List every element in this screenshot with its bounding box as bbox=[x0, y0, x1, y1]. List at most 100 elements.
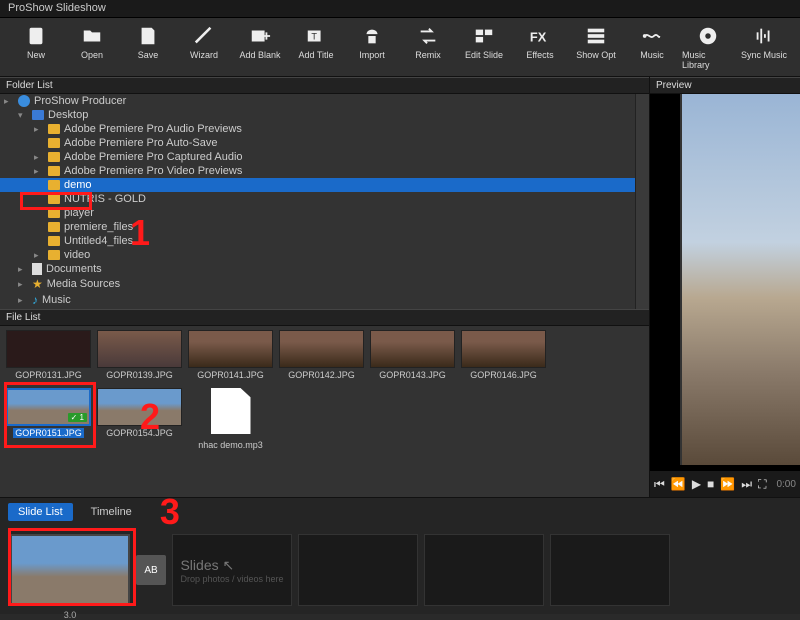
globe-icon bbox=[18, 95, 30, 107]
playback-controls: ⏮ ⏪ ▶ ■ ⏩ ⏭ ⛶ 0:00 bbox=[650, 471, 800, 497]
file-thumb[interactable]: GOPR0146.JPG bbox=[461, 330, 546, 380]
prev-start-button[interactable]: ⏮ bbox=[654, 477, 665, 492]
transition-badge[interactable]: AB bbox=[136, 555, 166, 585]
tree-item[interactable]: Untitled4_files bbox=[0, 234, 635, 248]
slide-duration: 3.0 bbox=[64, 610, 77, 620]
tool-label: Edit Slide bbox=[465, 50, 503, 60]
slide-slot-empty[interactable] bbox=[298, 534, 418, 606]
tree-item[interactable]: premiere_files bbox=[0, 220, 635, 234]
slide-slot-empty[interactable] bbox=[550, 534, 670, 606]
forward-button[interactable]: ⏩ bbox=[720, 477, 735, 491]
tree-documents[interactable]: ▸Documents bbox=[0, 262, 635, 276]
slide-slot-empty[interactable]: Slides ↖ Drop photos / videos here bbox=[172, 534, 292, 606]
save-icon bbox=[136, 24, 160, 48]
music-button[interactable]: Music bbox=[626, 24, 678, 70]
cursor-icon: ↖ bbox=[223, 557, 235, 573]
playback-time: 0:00 bbox=[776, 479, 795, 490]
tab-slide-list[interactable]: Slide List bbox=[8, 503, 73, 521]
add-title-button[interactable]: TAdd Title bbox=[290, 24, 342, 70]
star-icon: ★ bbox=[32, 277, 43, 291]
tree-item[interactable]: NUTRIS - GOLD bbox=[0, 192, 635, 206]
file-thumb[interactable]: GOPR0131.JPG bbox=[6, 330, 91, 380]
add-blank-icon bbox=[248, 24, 272, 48]
tool-label: Save bbox=[138, 50, 159, 60]
save-button[interactable]: Save bbox=[122, 24, 174, 70]
file-thumb[interactable]: GOPR0143.JPG bbox=[370, 330, 455, 380]
remix-button[interactable]: Remix bbox=[402, 24, 454, 70]
tool-label: Wizard bbox=[190, 50, 218, 60]
folder-icon bbox=[48, 138, 60, 148]
tree-item[interactable]: player bbox=[0, 206, 635, 220]
play-button[interactable]: ▶ bbox=[692, 477, 701, 491]
file-list-header: File List bbox=[0, 309, 649, 326]
tree-media[interactable]: ▸★Media Sources bbox=[0, 276, 635, 292]
tool-label: Add Blank bbox=[239, 50, 280, 60]
tool-label: New bbox=[27, 50, 45, 60]
tool-label: Music Library bbox=[682, 50, 734, 70]
folder-tree[interactable]: ▸ProShow Producer ▾Desktop ▸Adobe Premie… bbox=[0, 94, 635, 309]
slide-thumb[interactable]: 3.0 bbox=[10, 534, 130, 606]
next-end-button[interactable]: ⏭ bbox=[741, 477, 752, 492]
tool-label: Sync Music bbox=[741, 50, 787, 60]
folder-icon bbox=[48, 166, 60, 176]
file-thumb[interactable]: GOPR0139.JPG bbox=[97, 330, 182, 380]
open-icon bbox=[80, 24, 104, 48]
new-button[interactable]: New bbox=[10, 24, 62, 70]
tab-timeline[interactable]: Timeline bbox=[81, 503, 142, 521]
folder-icon bbox=[48, 194, 60, 204]
sync-music-button[interactable]: Sync Music bbox=[738, 24, 790, 70]
wizard-button[interactable]: Wizard bbox=[178, 24, 230, 70]
file-icon bbox=[211, 388, 251, 434]
folder-icon bbox=[48, 180, 60, 190]
folder-icon bbox=[48, 208, 60, 218]
tool-label: Music bbox=[640, 50, 664, 60]
tool-label: Remix bbox=[415, 50, 441, 60]
stop-button[interactable]: ■ bbox=[707, 477, 714, 491]
file-thumb[interactable]: nhac demo.mp3 bbox=[188, 388, 273, 450]
sync-music-icon bbox=[752, 24, 776, 48]
music-library-button[interactable]: Music Library bbox=[682, 24, 734, 70]
file-list[interactable]: GOPR0131.JPG GOPR0139.JPG GOPR0141.JPG G… bbox=[0, 326, 649, 497]
tool-label: Show Opt bbox=[576, 50, 616, 60]
tree-computer[interactable]: ▸My Computer bbox=[0, 308, 635, 309]
svg-text:T: T bbox=[311, 32, 317, 42]
annotation-number-3: 3 bbox=[160, 502, 180, 522]
tree-desktop[interactable]: ▾Desktop bbox=[0, 108, 635, 122]
tree-item[interactable]: ▸video bbox=[0, 248, 635, 262]
tree-root[interactable]: ▸ProShow Producer bbox=[0, 94, 635, 108]
scrollbar[interactable] bbox=[635, 94, 649, 309]
show-opt-button[interactable]: Show Opt bbox=[570, 24, 622, 70]
check-badge: ✓ 1 bbox=[68, 413, 87, 422]
file-thumb-selected[interactable]: ✓ 1 GOPR0151.JPG bbox=[6, 388, 91, 450]
fullscreen-button[interactable]: ⛶ bbox=[758, 477, 766, 492]
folder-icon bbox=[48, 222, 60, 232]
tree-item[interactable]: ▸Adobe Premiere Pro Captured Audio bbox=[0, 150, 635, 164]
file-thumb[interactable]: GOPR0154.JPG bbox=[97, 388, 182, 450]
tree-music[interactable]: ▸♪Music bbox=[0, 292, 635, 308]
rewind-button[interactable]: ⏪ bbox=[671, 477, 686, 491]
tree-item-selected[interactable]: demo bbox=[0, 178, 635, 192]
tree-item[interactable]: Adobe Premiere Pro Auto-Save bbox=[0, 136, 635, 150]
folder-list-header: Folder List bbox=[0, 77, 649, 94]
tree-item[interactable]: ▸Adobe Premiere Pro Video Previews bbox=[0, 164, 635, 178]
slides-hint-sub: Drop photos / videos here bbox=[180, 574, 283, 584]
svg-text:FX: FX bbox=[530, 30, 547, 45]
music-note-icon: ♪ bbox=[32, 293, 38, 307]
music-library-icon bbox=[696, 24, 720, 48]
import-button[interactable]: Import bbox=[346, 24, 398, 70]
slides-hint-title: Slides bbox=[180, 557, 218, 573]
add-blank-button[interactable]: Add Blank bbox=[234, 24, 286, 70]
tree-item[interactable]: ▸Adobe Premiere Pro Audio Previews bbox=[0, 122, 635, 136]
file-thumb[interactable]: GOPR0141.JPG bbox=[188, 330, 273, 380]
open-button[interactable]: Open bbox=[66, 24, 118, 70]
folder-icon bbox=[32, 110, 44, 120]
effects-button[interactable]: FXEffects bbox=[514, 24, 566, 70]
wizard-icon bbox=[192, 24, 216, 48]
new-icon bbox=[24, 24, 48, 48]
import-icon bbox=[360, 24, 384, 48]
edit-slide-button[interactable]: Edit Slide bbox=[458, 24, 510, 70]
slide-slot-empty[interactable] bbox=[424, 534, 544, 606]
file-thumb[interactable]: GOPR0142.JPG bbox=[279, 330, 364, 380]
folder-icon bbox=[48, 152, 60, 162]
preview-area: ⏮ ⏪ ▶ ■ ⏩ ⏭ ⛶ 0:00 bbox=[650, 94, 800, 497]
